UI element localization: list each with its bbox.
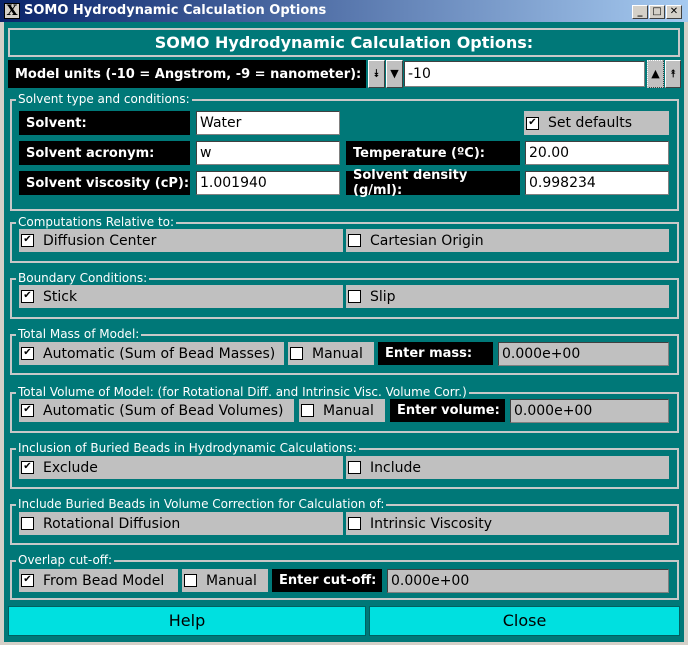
window-title: SOMO Hydrodynamic Calculation Options bbox=[24, 3, 327, 18]
mass-input[interactable]: 0.000e+00 bbox=[498, 342, 669, 366]
maximize-button[interactable]: □ bbox=[649, 5, 665, 19]
check-icon: ✔ bbox=[21, 290, 34, 303]
volume-group-label: Total Volume of Model: (for Rotational D… bbox=[16, 385, 469, 399]
overlap-group-label: Overlap cut-off: bbox=[16, 553, 115, 567]
option-label: Include bbox=[370, 459, 421, 476]
enter-volume-label: Enter volume: bbox=[390, 399, 505, 422]
option-label: Manual bbox=[206, 572, 257, 589]
volume-input[interactable]: 0.000e+00 bbox=[510, 399, 669, 423]
option-label: Cartesian Origin bbox=[370, 232, 484, 249]
set-defaults-label: Set defaults bbox=[548, 115, 632, 131]
option-label: Automatic (Sum of Bead Masses) bbox=[43, 345, 276, 362]
option-label: Intrinsic Viscosity bbox=[370, 515, 493, 532]
boundary-group-label: Boundary Conditions: bbox=[16, 271, 150, 285]
option-label: Manual bbox=[323, 402, 374, 419]
option-label: Stick bbox=[43, 288, 78, 305]
volume-correction-group-label: Include Buried Beads in Volume Correctio… bbox=[16, 497, 387, 511]
buried-group-label: Inclusion of Buried Beads in Hydrodynami… bbox=[16, 441, 359, 455]
viscosity-input[interactable]: 1.001940 bbox=[196, 171, 340, 195]
title-bar: X SOMO Hydrodynamic Calculation Options … bbox=[0, 0, 688, 22]
check-icon: ✔ bbox=[21, 404, 34, 417]
checkbox-icon bbox=[348, 290, 361, 303]
x-app-icon[interactable]: X bbox=[4, 3, 20, 19]
diffusion-center-checkbox[interactable]: ✔ Diffusion Center bbox=[19, 229, 343, 252]
option-label: Exclude bbox=[43, 459, 98, 476]
option-label: Diffusion Center bbox=[43, 232, 157, 249]
computations-group-label: Computations Relative to: bbox=[16, 215, 177, 229]
include-checkbox[interactable]: Include bbox=[346, 456, 669, 479]
increment-fast-button[interactable]: ⯭ bbox=[665, 60, 681, 88]
cutoff-input[interactable]: 0.000e+00 bbox=[387, 569, 669, 593]
model-units-label: Model units (-10 = Angstrom, -9 = nanome… bbox=[8, 60, 366, 88]
solvent-group-label: Solvent type and conditions: bbox=[16, 92, 192, 106]
option-label: Automatic (Sum of Bead Volumes) bbox=[43, 402, 284, 419]
checkbox-icon bbox=[301, 404, 314, 417]
from-bead-model-checkbox[interactable]: ✔ From Bead Model bbox=[19, 569, 178, 592]
set-defaults-checkbox[interactable]: ✔ Set defaults bbox=[524, 111, 669, 135]
manual-mass-checkbox[interactable]: Manual bbox=[288, 342, 374, 365]
mass-group-label: Total Mass of Model: bbox=[16, 327, 142, 341]
density-input[interactable]: 0.998234 bbox=[525, 171, 669, 195]
temperature-input[interactable]: 20.00 bbox=[525, 141, 669, 165]
cartesian-origin-checkbox[interactable]: Cartesian Origin bbox=[346, 229, 669, 252]
close-window-button[interactable]: ✕ bbox=[666, 5, 682, 19]
check-icon: ✔ bbox=[21, 347, 34, 360]
close-button[interactable]: Close bbox=[369, 606, 680, 636]
option-label: Rotational Diffusion bbox=[43, 515, 181, 532]
check-icon: ✔ bbox=[21, 461, 34, 474]
increment-button[interactable]: ▲ bbox=[647, 60, 664, 88]
temperature-label: Temperature (ºC): bbox=[346, 141, 520, 165]
density-label: Solvent density (g/ml): bbox=[346, 168, 520, 198]
checkbox-icon bbox=[21, 517, 34, 530]
page-title: SOMO Hydrodynamic Calculation Options: bbox=[8, 28, 680, 57]
solvent-label: Solvent: bbox=[19, 111, 190, 135]
viscosity-label: Solvent viscosity (cP): bbox=[19, 171, 190, 195]
slip-checkbox[interactable]: Slip bbox=[346, 285, 669, 308]
decrement-button[interactable]: ▼ bbox=[386, 60, 403, 88]
exclude-checkbox[interactable]: ✔ Exclude bbox=[19, 456, 343, 479]
help-button[interactable]: Help bbox=[8, 606, 366, 636]
check-icon: ✔ bbox=[21, 234, 34, 247]
checkbox-icon bbox=[184, 574, 197, 587]
decrement-fast-button[interactable]: ⯯ bbox=[368, 60, 385, 88]
acronym-input[interactable]: w bbox=[196, 141, 340, 165]
checkbox-icon bbox=[348, 461, 361, 474]
option-label: Slip bbox=[370, 288, 396, 305]
manual-cutoff-checkbox[interactable]: Manual bbox=[182, 569, 268, 592]
intrinsic-viscosity-checkbox[interactable]: Intrinsic Viscosity bbox=[346, 512, 669, 535]
enter-mass-label: Enter mass: bbox=[378, 342, 493, 365]
acronym-label: Solvent acronym: bbox=[19, 141, 190, 165]
auto-volume-checkbox[interactable]: ✔ Automatic (Sum of Bead Volumes) bbox=[19, 399, 294, 422]
enter-cutoff-label: Enter cut-off: bbox=[272, 569, 382, 592]
auto-mass-checkbox[interactable]: ✔ Automatic (Sum of Bead Masses) bbox=[19, 342, 284, 365]
option-label: From Bead Model bbox=[43, 572, 165, 589]
option-label: Manual bbox=[312, 345, 363, 362]
checkbox-icon bbox=[348, 517, 361, 530]
check-icon: ✔ bbox=[21, 574, 34, 587]
minimize-button[interactable]: _ bbox=[632, 5, 648, 19]
stick-checkbox[interactable]: ✔ Stick bbox=[19, 285, 343, 308]
manual-volume-checkbox[interactable]: Manual bbox=[299, 399, 385, 422]
rotational-diffusion-checkbox[interactable]: Rotational Diffusion bbox=[19, 512, 343, 535]
check-icon: ✔ bbox=[526, 116, 539, 130]
solvent-input[interactable]: Water bbox=[196, 111, 340, 135]
checkbox-icon bbox=[348, 234, 361, 247]
model-units-input[interactable]: -10 bbox=[404, 61, 645, 87]
checkbox-icon bbox=[290, 347, 303, 360]
